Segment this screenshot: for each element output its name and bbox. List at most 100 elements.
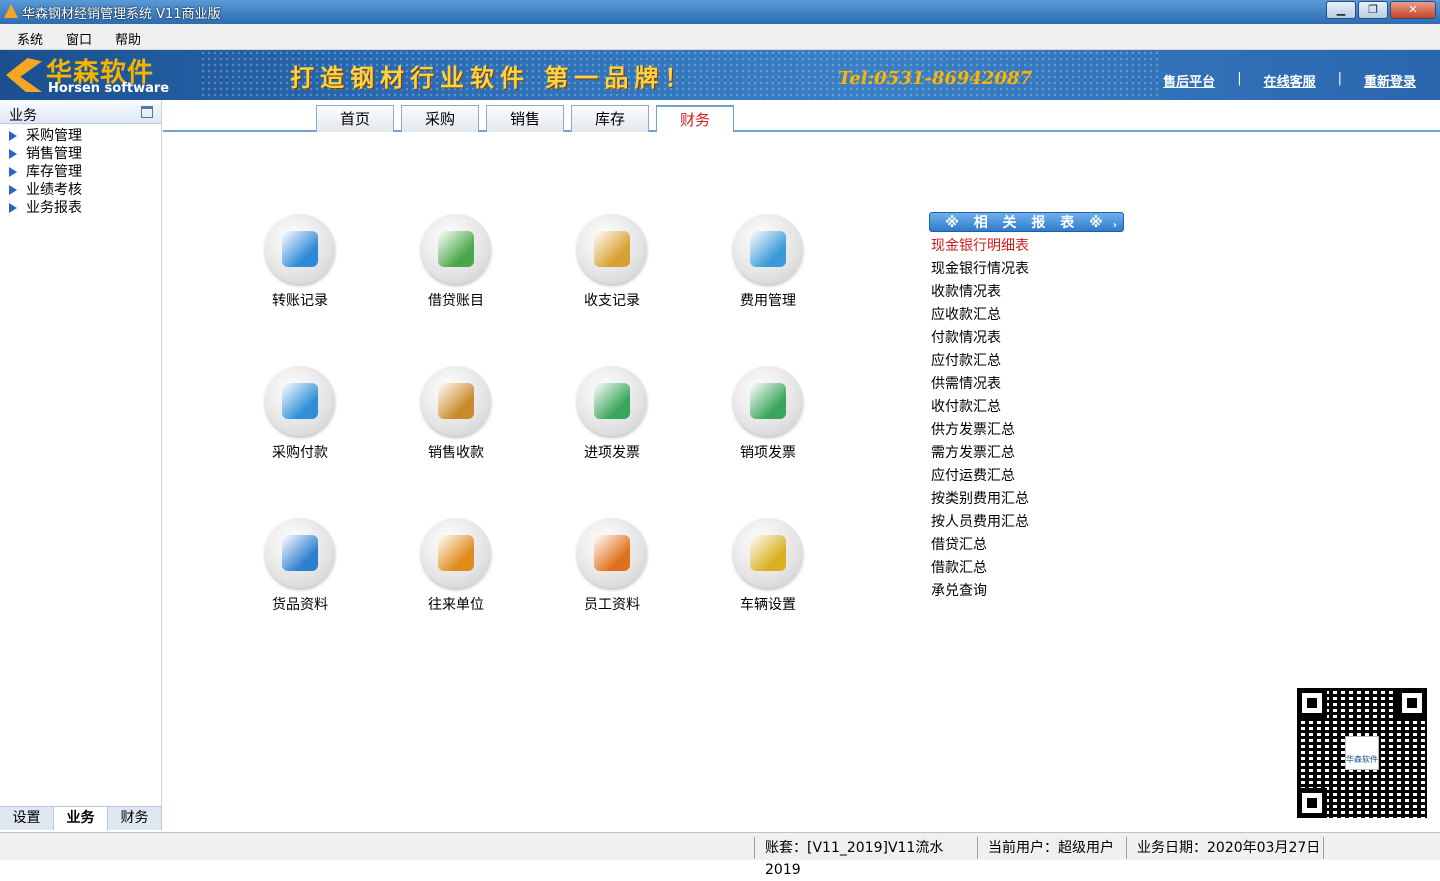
tree-arrow-icon [9,167,17,177]
bank-transfer-icon [282,231,318,267]
tile-circle [577,214,647,284]
sidebar-item-reports[interactable]: 业务报表 [0,199,161,217]
tab-purchase[interactable]: 采购 [401,105,479,132]
reports-title: ※ 相 关 报 表 ※ [945,215,1108,231]
tile-purchase-payment[interactable]: 采购付款 [240,366,360,476]
tile-circle [265,518,335,588]
tile-circle [265,214,335,284]
report-link[interactable]: 供方发票汇总 [929,419,1129,442]
main-tab-strip: 首页 采购 销售 库存 财务 [163,100,1440,134]
header-banner: 华森软件 Horsen software 打造钢材行业软件 第一品牌！ Tel:… [0,50,1440,100]
tile-input-invoice[interactable]: 进项发票 [552,366,672,476]
tile-circle [733,366,803,436]
menu-window[interactable]: 窗口 [66,29,92,48]
link-after-sales[interactable]: 售后平台 [1163,71,1215,90]
tab-inventory[interactable]: 库存 [571,105,649,132]
expense-management-icon [750,231,786,267]
minimize-button[interactable]: ▁ [1326,1,1356,19]
window-controls: ▁ ❐ ✕ [1326,1,1436,19]
menu-help[interactable]: 帮助 [115,29,141,48]
banner-slogan: 打造钢材行业软件 第一品牌！ [290,63,695,92]
tab-finance[interactable]: 财务 [656,105,734,134]
tile-bank-transfer[interactable]: 转账记录 [240,214,360,324]
tile-label: 往来单位 [428,597,484,613]
tile-sales-receipt[interactable]: 销售收款 [396,366,516,476]
pin-icon[interactable] [141,106,153,118]
report-link[interactable]: 供需情况表 [929,373,1129,396]
tile-label: 进项发票 [584,445,640,461]
report-link[interactable]: 需方发票汇总 [929,442,1129,465]
window-title: 华森钢材经销管理系统 V11商业版 [22,7,221,22]
loan-ledger-icon [438,231,474,267]
income-expense-icon [594,231,630,267]
vehicle-truck-icon [750,535,786,571]
tile-label: 货品资料 [272,597,328,613]
tile-output-invoice[interactable]: 销项发票 [708,366,828,476]
report-link[interactable]: 现金银行明细表 [929,235,1129,258]
sidebar-item-label: 采购管理 [26,128,82,144]
report-link[interactable]: 借款汇总 [929,557,1129,580]
tile-expense-management[interactable]: 费用管理 [708,214,828,324]
purchase-payment-icon [282,383,318,419]
link-relogin[interactable]: 重新登录 [1364,71,1416,90]
sidebar-item-label: 业务报表 [26,200,82,216]
tile-circle [733,518,803,588]
report-link[interactable]: 应付款汇总 [929,350,1129,373]
maximize-button[interactable]: ❐ [1358,1,1388,19]
sidebar-item-purchase[interactable]: 采购管理 [0,127,161,145]
status-bar: 账套：[V11_2019]V11流水2019 当前用户：超级用户 业务日期：20… [0,832,1440,878]
tile-staff-files[interactable]: 员工资料 [552,518,672,628]
sidebar-item-performance[interactable]: 业绩考核 [0,181,161,199]
tile-label: 费用管理 [740,293,796,309]
sidebar-item-sales[interactable]: 销售管理 [0,145,161,163]
banner-telephone: Tel:0531-86942087 [838,68,1033,89]
qr-logo: 华森软件 [1345,736,1379,770]
staff-files-icon [594,535,630,571]
link-separator: | [1337,71,1342,86]
tile-circle [421,214,491,284]
tile-circle [421,518,491,588]
close-button[interactable]: ✕ [1390,1,1436,19]
report-link[interactable]: 借贷汇总 [929,534,1129,557]
sidebar-tab-business[interactable]: 业务 [54,807,108,830]
status-account: 账套：[V11_2019]V11流水2019 [754,837,976,878]
sales-receipt-icon [438,383,474,419]
sidebar-tab-settings[interactable]: 设置 [0,807,54,830]
tile-income-expense[interactable]: 收支记录 [552,214,672,324]
sidebar-item-inventory[interactable]: 库存管理 [0,163,161,181]
tile-partner-folder[interactable]: 往来单位 [396,518,516,628]
qr-finder [1297,688,1327,718]
tile-label: 采购付款 [272,445,328,461]
link-online-service[interactable]: 在线客服 [1264,71,1316,90]
sidebar-tab-finance[interactable]: 财务 [108,807,162,830]
sidebar-bottom-tabs: 设置 业务 财务 [0,806,162,830]
qr-code: 华森软件 [1297,688,1427,818]
tile-loan-ledger[interactable]: 借贷账目 [396,214,516,324]
tab-sales[interactable]: 销售 [486,105,564,132]
menu-system[interactable]: 系统 [17,29,43,48]
report-link[interactable]: 按类别费用汇总 [929,488,1129,511]
sidebar-item-label: 业绩考核 [26,182,82,198]
chevron-right-icon[interactable]: › [1113,216,1117,236]
report-link[interactable]: 承兑查询 [929,580,1129,603]
sidebar-title: 业务 [9,108,37,124]
input-invoice-icon [594,383,630,419]
report-link[interactable]: 按人员费用汇总 [929,511,1129,534]
tree-arrow-icon [9,203,17,213]
tile-circle [577,366,647,436]
tile-vehicle-truck[interactable]: 车辆设置 [708,518,828,628]
report-link[interactable]: 现金银行情况表 [929,258,1129,281]
tile-label: 车辆设置 [740,597,796,613]
report-link[interactable]: 应收款汇总 [929,304,1129,327]
report-link[interactable]: 应付运费汇总 [929,465,1129,488]
tile-goods-data[interactable]: 货品资料 [240,518,360,628]
tile-label: 销售收款 [428,445,484,461]
tile-circle [265,366,335,436]
tab-home[interactable]: 首页 [316,105,394,132]
report-link[interactable]: 收付款汇总 [929,396,1129,419]
sidebar: 业务 采购管理 销售管理 库存管理 业绩考核 业务报表 设置 业务 财务 [0,100,162,830]
tile-circle [421,366,491,436]
qr-finder [1397,688,1427,718]
report-link[interactable]: 付款情况表 [929,327,1129,350]
report-link[interactable]: 收款情况表 [929,281,1129,304]
